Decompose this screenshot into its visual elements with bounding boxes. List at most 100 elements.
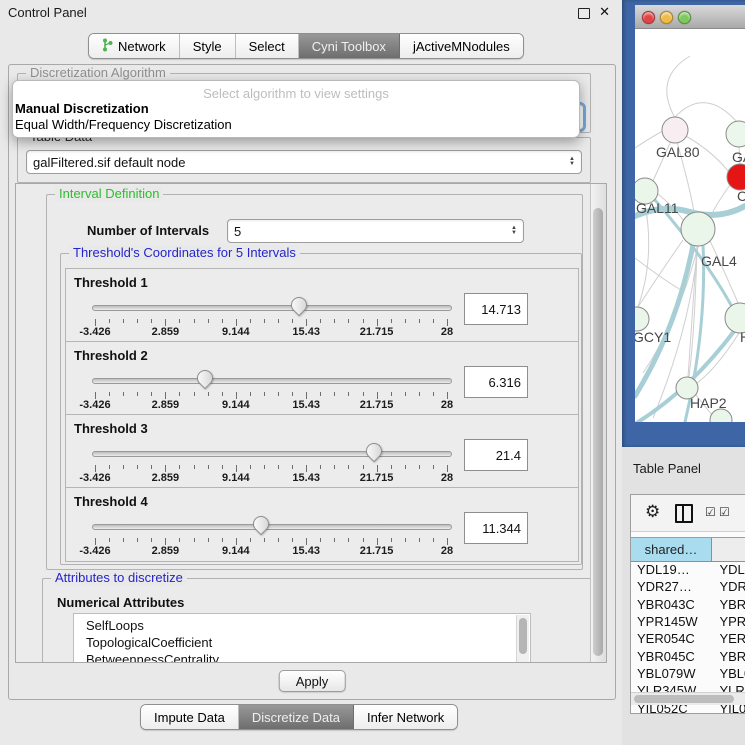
close-traffic-light-icon[interactable] [642,11,655,24]
tab-cyni-toolbox[interactable]: Cyni Toolbox [299,34,400,58]
table-row[interactable]: YBL079WYBL0 [631,665,745,682]
slider-tick [334,465,335,469]
slider-tick [433,392,434,396]
slider-thumb[interactable] [194,367,217,390]
table-row[interactable]: YER054CYER0 [631,630,745,647]
threshold-slider[interactable]: -3.4262.8599.14415.4321.71528 [92,370,450,412]
checkbox-checked-icon[interactable]: ☑ [719,506,730,518]
slider-tick [137,319,138,323]
network-window[interactable]: GAL80GACGAL11GAL4GCY1HHAP2 [635,5,745,422]
slider-tick [137,465,138,469]
algorithm-option[interactable]: Manual Discretization [15,101,149,116]
tab-style[interactable]: Style [180,34,236,58]
bottom-tab-impute-data[interactable]: Impute Data [141,705,239,729]
float-window-icon[interactable] [578,8,590,19]
screenshot-root: Control Panel ✕ NetworkStyleSelectCyni T… [0,0,745,745]
network-node-label: GAL80 [656,144,700,160]
tab-network-label: Network [118,39,166,54]
settings-scrollbar[interactable] [590,184,606,662]
slider-tick-label: -3.426 [65,472,125,484]
threshold-value-field[interactable]: 11.344 [464,512,528,544]
table-row[interactable]: YBR045CYBR0 [631,647,745,664]
slider-thumb[interactable] [363,440,386,463]
attribute-item[interactable]: BetweennessCentrality [74,651,530,663]
slider-tick [137,538,138,542]
list-scrollbar-thumb[interactable] [519,618,527,654]
table-row[interactable]: YPR145WYPR1 [631,613,745,630]
table-panel-body: ⚙ ☑ ☑ shared… na YDL19…YDL1YDR27…YDR2YBR… [630,494,745,714]
slider-tick [208,538,209,542]
slider-thumb[interactable] [250,513,273,536]
slider-tick [250,392,251,396]
node-gal4[interactable] [681,212,715,246]
tab-style-label: Style [193,39,222,54]
threshold-value-field[interactable]: 6.316 [464,366,528,398]
slider-tick [264,538,265,542]
network-edge [635,258,681,290]
table-hscrollbar[interactable] [631,692,745,705]
table-hscrollbar-thumb[interactable] [634,695,734,703]
slider-track[interactable] [92,524,452,530]
bottom-tab-infer-network[interactable]: Infer Network [354,705,457,729]
gear-icon[interactable]: ⚙ [645,502,660,522]
network-window-titlebar [635,5,745,29]
slider-tick-label: 9.144 [206,326,266,338]
threshold-slider[interactable]: -3.4262.8599.14415.4321.71528 [92,516,450,558]
slider-track[interactable] [92,378,452,384]
slider-tick-label: 2.859 [135,472,195,484]
slider-tick [278,392,279,396]
threshold-value-field[interactable]: 14.713 [464,293,528,325]
slider-tick [419,538,420,542]
discretization-algorithm-label: Discretization Algorithm [26,65,170,80]
column-layout-icon[interactable] [675,504,693,523]
table-panel-title: Table Panel [633,461,701,476]
zoom-traffic-light-icon[interactable] [678,11,691,24]
node-gcy1[interactable] [635,307,649,331]
slider-thumb[interactable] [288,294,311,317]
table-row[interactable]: YBR043CYBR0 [631,596,745,613]
tab-jactivemnodules[interactable]: jActiveMNodules [400,34,523,58]
table-data-group: Table Data galFiltered.sif default node … [17,137,591,183]
threshold-value-field[interactable]: 21.4 [464,439,528,471]
table-data-combobox[interactable]: galFiltered.sif default node ▲▼ [26,150,582,174]
apply-button[interactable]: Apply [279,670,346,692]
slider-tick [250,538,251,542]
bottom-tab-bar: Impute Data Discretize Data Infer Network [140,704,458,730]
slider-track[interactable] [92,305,452,311]
threshold-slider[interactable]: -3.4262.8599.14415.4321.71528 [92,443,450,485]
threshold-panel: Threshold 2-3.4262.8599.14415.4321.71528… [65,341,579,416]
tab-select[interactable]: Select [236,34,299,58]
attribute-item[interactable]: TopologicalCoefficient [74,634,530,651]
bottom-tab-discretize-data-label: Discretize Data [252,710,340,725]
minimize-traffic-light-icon[interactable] [660,11,673,24]
list-scrollbar[interactable] [516,615,529,663]
column-header-shared[interactable]: shared… [631,538,712,561]
threshold-panel: Threshold 1-3.4262.8599.14415.4321.71528… [65,268,579,343]
checkbox-checked-icon[interactable]: ☑ [705,506,716,518]
bottom-tab-discretize-data[interactable]: Discretize Data [239,705,354,729]
node-gal80[interactable] [662,117,688,143]
number-of-intervals-combobox[interactable]: 5 ▲▼ [227,219,524,243]
network-canvas[interactable]: GAL80GACGAL11GAL4GCY1HHAP2 [635,28,745,422]
slider-tick [405,465,406,469]
close-icon[interactable]: ✕ [599,4,610,20]
algorithm-option[interactable]: Equal Width/Frequency Discretization [15,117,232,132]
slider-tick [222,465,223,469]
tab-network[interactable]: Network [89,34,180,58]
settings-scrollbar-thumb[interactable] [593,208,603,656]
slider-tick [264,319,265,323]
slider-tick [405,392,406,396]
slider-tick [194,465,195,469]
threshold-slider[interactable]: -3.4262.8599.14415.4321.71528 [92,297,450,339]
table-row[interactable]: YDR27…YDR2 [631,578,745,595]
table-row[interactable]: YDL19…YDL1 [631,561,745,578]
numerical-attributes-list[interactable]: SelfLoopsTopologicalCoefficientBetweenne… [73,613,531,663]
column-header-name[interactable]: na [712,538,745,561]
attribute-item[interactable]: SelfLoops [74,617,530,634]
slider-tick [194,392,195,396]
slider-tick [348,538,349,542]
slider-tick [334,319,335,323]
node-top-right[interactable] [726,121,745,147]
network-edge [638,240,683,307]
slider-track[interactable] [92,451,452,457]
